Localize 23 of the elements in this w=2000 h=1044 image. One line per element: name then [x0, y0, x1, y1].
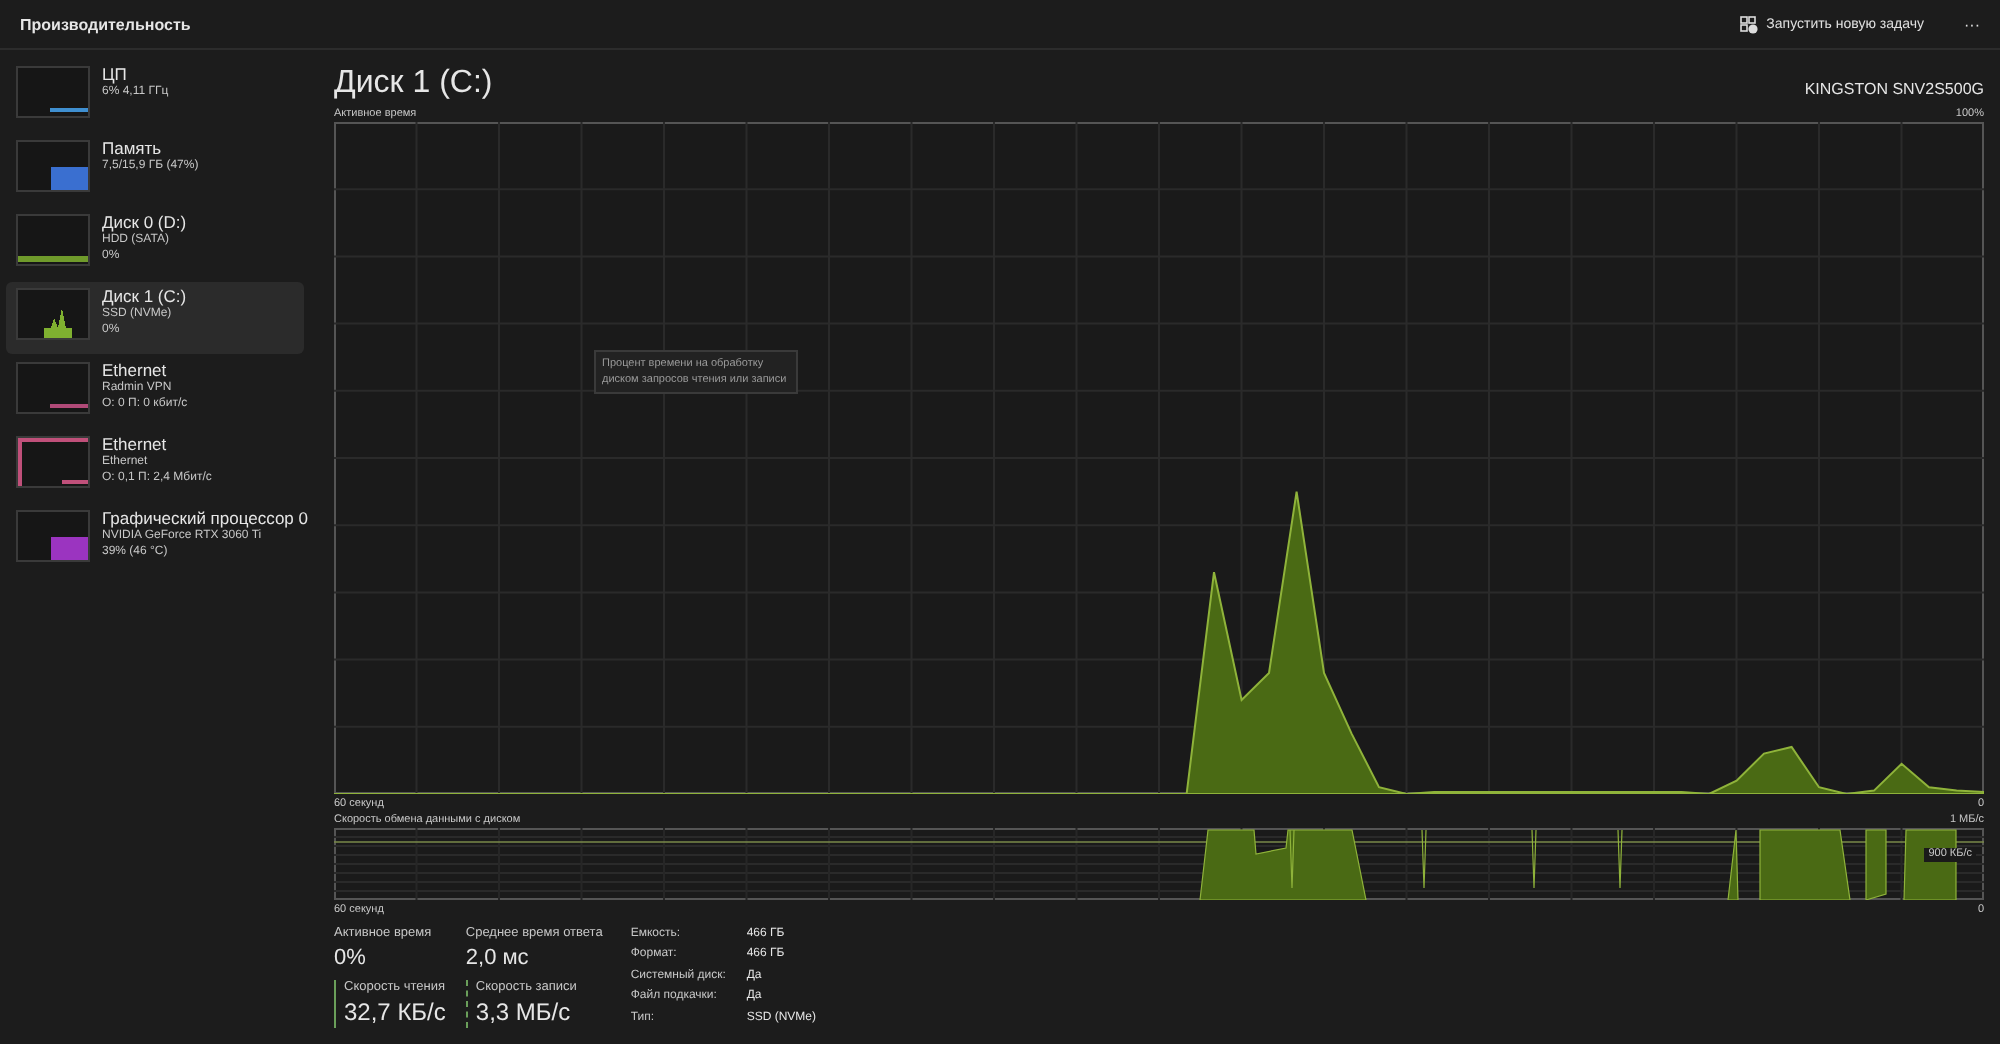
more-button[interactable]: ···	[1960, 15, 1984, 33]
task-icon	[1740, 15, 1759, 33]
disk-model: KINGSTON SNV2S500G	[1804, 80, 1984, 102]
mini-graph	[16, 362, 90, 414]
item-name: Графический процессор 0	[102, 508, 309, 528]
mini-graph	[16, 436, 90, 488]
item-name: Ethernet	[102, 360, 169, 380]
app-title: Производительность	[20, 15, 193, 33]
item-name: Память	[102, 138, 164, 158]
mini-graph	[16, 140, 90, 192]
mini-graph	[16, 214, 90, 266]
item-name: Диск 1 (C:)	[102, 286, 187, 306]
mini-graph	[16, 288, 90, 340]
stat-value: 3,3 МБ/с	[475, 998, 573, 1028]
mini-graph	[16, 510, 90, 562]
mini-graph	[16, 66, 90, 118]
stat-value: 2,0 мс	[465, 944, 531, 972]
stat-value: 32,7 КБ/с	[344, 998, 446, 1028]
stat-value: 0%	[334, 944, 368, 972]
item-name: ЦП	[102, 64, 129, 84]
item-name: Диск 0 (D:)	[102, 212, 187, 232]
item-name: Ethernet	[102, 434, 169, 454]
disk-title: Диск 1 (C:)	[334, 66, 493, 102]
